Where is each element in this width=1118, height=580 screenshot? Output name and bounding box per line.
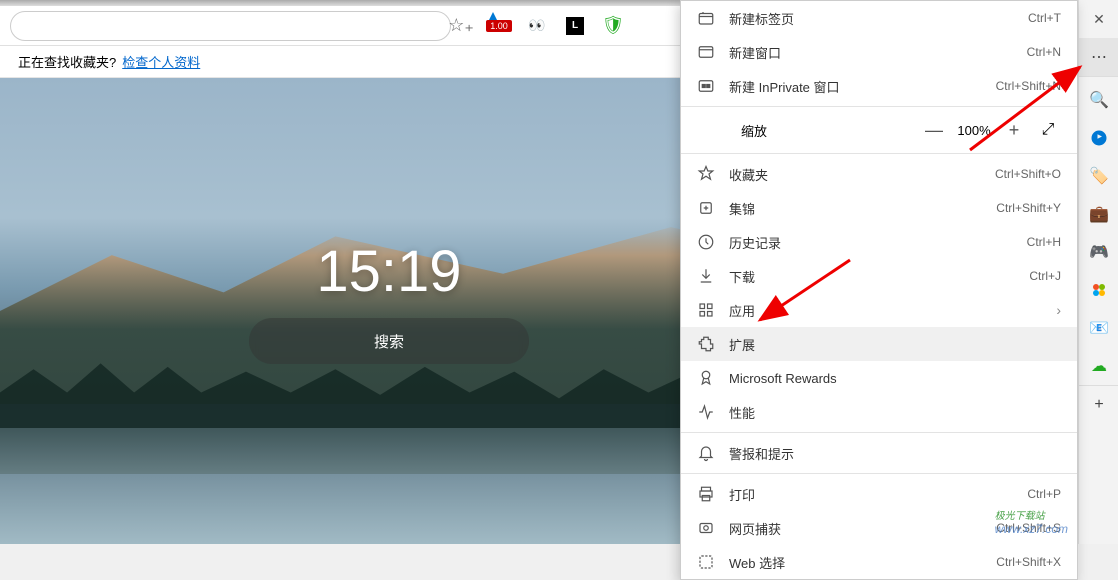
- menu-downloads[interactable]: 下载 Ctrl+J: [681, 259, 1077, 293]
- games-sidebar-icon[interactable]: 🎮: [1079, 233, 1118, 271]
- menu-favorites[interactable]: 收藏夹 Ctrl+Shift+O: [681, 157, 1077, 191]
- menu-extensions[interactable]: 扩展: [681, 327, 1077, 361]
- new-window-icon: [695, 41, 717, 63]
- menu-collections[interactable]: 集锦 Ctrl+Shift+Y: [681, 191, 1077, 225]
- menu-label: 警报和提示: [729, 444, 1061, 463]
- performance-icon: [695, 401, 717, 423]
- favorites-tip-link[interactable]: 检查个人资料: [122, 52, 200, 71]
- menu-performance[interactable]: 性能: [681, 395, 1077, 429]
- menu-label: Microsoft Rewards: [729, 371, 1061, 386]
- add-sidebar-button[interactable]: +: [1079, 386, 1118, 424]
- menu-shortcut: Ctrl+N: [1027, 45, 1061, 59]
- office-sidebar-icon[interactable]: [1079, 271, 1118, 309]
- menu-shortcut: Ctrl+Shift+X: [996, 555, 1061, 569]
- print-icon: [695, 483, 717, 505]
- extension-mask-icon[interactable]: 👀: [527, 16, 547, 36]
- add-favorite-icon[interactable]: ☆₊: [451, 16, 471, 36]
- clock-time: 15:19: [316, 238, 461, 305]
- menu-history[interactable]: 历史记录 Ctrl+H: [681, 225, 1077, 259]
- favorites-tip-text: 正在查找收藏夹?: [18, 52, 116, 71]
- chevron-right-icon: ›: [1056, 302, 1061, 318]
- webselect-icon: [695, 551, 717, 573]
- drive-sidebar-icon[interactable]: ☁: [1079, 347, 1118, 385]
- menu-shortcut: Ctrl+Shift+O: [995, 167, 1061, 181]
- menu-label: 性能: [729, 403, 1061, 422]
- menu-shortcut: Ctrl+P: [1027, 487, 1061, 501]
- menu-new-inprivate[interactable]: 新建 InPrivate 窗口 Ctrl+Shift+N: [681, 69, 1077, 103]
- menu-label: 打印: [729, 485, 1027, 504]
- search-box[interactable]: 搜索: [249, 318, 529, 364]
- menu-new-window[interactable]: 新建窗口 Ctrl+N: [681, 35, 1077, 69]
- menu-zoom-row: 缩放 — 100% + ⤢: [681, 110, 1077, 150]
- zoom-label: 缩放: [741, 121, 917, 140]
- download-icon: [695, 265, 717, 287]
- menu-shortcut: Ctrl+Shift+Y: [996, 201, 1061, 215]
- menu-alerts[interactable]: 警报和提示: [681, 436, 1077, 470]
- more-menu-button[interactable]: ⋯: [1079, 38, 1118, 76]
- shopping-sidebar-icon[interactable]: 🏷️: [1079, 157, 1118, 195]
- search-placeholder: 搜索: [374, 331, 404, 352]
- menu-shortcut: Ctrl+H: [1027, 235, 1061, 249]
- extensions-icon: [695, 333, 717, 355]
- main-menu: 新建标签页 Ctrl+T 新建窗口 Ctrl+N 新建 InPrivate 窗口…: [680, 0, 1078, 580]
- menu-print[interactable]: 打印 Ctrl+P: [681, 477, 1077, 511]
- menu-rewards[interactable]: Microsoft Rewards: [681, 361, 1077, 395]
- menu-new-tab[interactable]: 新建标签页 Ctrl+T: [681, 1, 1077, 35]
- new-tab-icon: [695, 7, 717, 29]
- capture-icon: [695, 517, 717, 539]
- right-sidebar: ✕ ⋯ 🔍 🏷️ 💼 🎮 📧 ☁ +: [1078, 0, 1118, 544]
- history-icon: [695, 231, 717, 253]
- extension-l-icon[interactable]: L: [565, 16, 585, 36]
- close-button[interactable]: ✕: [1079, 0, 1118, 38]
- watermark-en: www.xz7.com: [995, 522, 1068, 536]
- security-shield-icon[interactable]: 🛡: [603, 16, 623, 36]
- menu-label: 网页捕获: [729, 519, 996, 538]
- menu-label: 应用: [729, 301, 1056, 320]
- menu-label: 集锦: [729, 199, 996, 218]
- menu-label: 下载: [729, 267, 1029, 286]
- apps-icon: [695, 299, 717, 321]
- outlook-sidebar-icon[interactable]: 📧: [1079, 309, 1118, 347]
- inprivate-icon: [695, 75, 717, 97]
- menu-label: 新建窗口: [729, 43, 1027, 62]
- watermark-cn: 极光下载站: [995, 507, 1068, 522]
- menu-shortcut: Ctrl+Shift+N: [996, 79, 1061, 93]
- zoom-in-button[interactable]: +: [997, 120, 1031, 141]
- extension-badge-icon[interactable]: 1.00: [489, 16, 509, 36]
- watermark: 极光下载站 www.xz7.com: [995, 507, 1068, 536]
- zoom-out-button[interactable]: —: [917, 120, 951, 141]
- menu-label: Web 选择: [729, 553, 996, 572]
- search-sidebar-icon[interactable]: 🔍: [1079, 81, 1118, 119]
- tools-sidebar-icon[interactable]: 💼: [1079, 195, 1118, 233]
- menu-label: 收藏夹: [729, 165, 995, 184]
- menu-apps[interactable]: 应用 ›: [681, 293, 1077, 327]
- bell-icon: [695, 442, 717, 464]
- zoom-value: 100%: [951, 123, 997, 138]
- collections-icon: [695, 197, 717, 219]
- menu-web-select[interactable]: Web 选择 Ctrl+Shift+X: [681, 545, 1077, 579]
- fullscreen-button[interactable]: ⤢: [1031, 121, 1065, 139]
- menu-label: 新建标签页: [729, 9, 1028, 28]
- menu-label: 扩展: [729, 335, 1061, 354]
- star-icon: [695, 163, 717, 185]
- menu-shortcut: Ctrl+T: [1028, 11, 1061, 25]
- url-input[interactable]: [10, 11, 451, 41]
- menu-shortcut: Ctrl+J: [1029, 269, 1061, 283]
- bing-sidebar-icon[interactable]: [1079, 119, 1118, 157]
- rewards-icon: [695, 367, 717, 389]
- menu-label: 新建 InPrivate 窗口: [729, 77, 996, 96]
- menu-label: 历史记录: [729, 233, 1027, 252]
